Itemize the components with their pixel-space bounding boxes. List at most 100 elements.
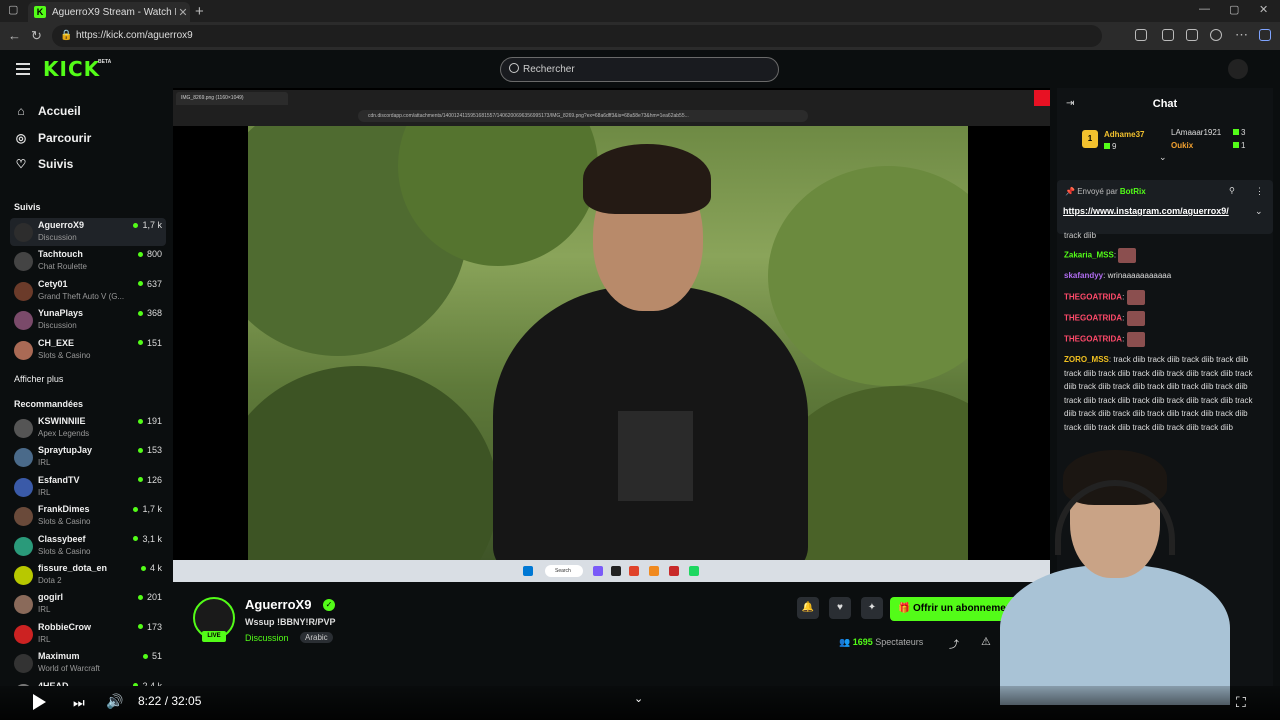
search-bar[interactable] [500,57,779,82]
chat-message-partial: track diib [1064,231,1097,240]
user-avatar[interactable] [1228,59,1248,79]
captured-close-icon [1034,90,1050,106]
channel-viewers: 201 [137,592,162,602]
stream-category[interactable]: Discussion [245,633,289,643]
url-field[interactable]: 🔒 https://kick.com/aguerrox9 [52,25,1102,47]
leaderboard-user[interactable]: LAmaaar1921 [1171,128,1221,137]
stream-title: Wssup !BBNY!R/PVP [245,617,336,627]
nav-following[interactable]: ♡ Suivis [14,157,74,171]
volume-icon[interactable]: 🔊 [106,693,123,710]
chevron-down-icon[interactable]: ⌄ [634,692,643,705]
chat-text: wrinaaaaaaaaaaa [1107,271,1172,280]
sidebar-channel[interactable]: YunaPlays Discussion 368 [10,306,166,334]
gem-icon [1104,143,1110,149]
sidebar-channel[interactable]: 4HEAD 2,4 k [10,679,166,686]
streamer-name[interactable]: AguerroX9 [245,597,311,612]
extension-icon[interactable] [1162,29,1174,41]
viewer-label: Spectateurs [875,637,924,647]
live-dot-icon [137,624,143,630]
kick-logo[interactable]: KICK [43,57,100,81]
back-icon[interactable]: ← [8,28,21,43]
nav-browse[interactable]: ◎ Parcourir [14,131,92,145]
expand-pinned-icon[interactable]: ⌄ [1255,206,1263,217]
channel-avatar [14,595,33,615]
gem-icon [1233,129,1239,135]
expand-leaderboard-icon[interactable]: ⌄ [1159,152,1167,163]
close-window-icon[interactable]: ✕ [1259,3,1268,16]
next-icon[interactable]: ⏭ [73,695,85,711]
captured-url: cdn.discordapp.com/attachments/140012411… [358,110,808,122]
minimize-icon[interactable]: — [1199,3,1210,15]
follow-heart-icon[interactable]: ♥ [829,597,851,619]
sidebar-channel[interactable]: Cety01 Grand Theft Auto V (G... 637 [10,277,166,305]
pin-toggle-icon[interactable]: ⚲ [1229,186,1235,195]
chat-username[interactable]: THEGOATRIDA [1064,293,1122,302]
reload-icon[interactable]: ↻ [31,28,42,44]
sidebar-channel[interactable]: gogirl IRL 201 [10,590,166,618]
live-dot-icon [137,477,143,483]
sidebar-channel[interactable]: AguerroX9 Discussion 1,7 k [10,218,166,246]
leaderboard-user[interactable]: Oukix [1171,141,1193,150]
browser-tab[interactable]: K AguerroX9 Stream - Watch L ✕ [28,2,190,22]
app-icon [669,566,679,576]
sidebar-channel[interactable]: Classybeef Slots & Casino 3,1 k [10,532,166,560]
chat-username[interactable]: Zakaria_MSS [1064,251,1114,260]
channel-avatar [14,252,33,272]
profile-icon[interactable] [1210,29,1222,41]
pinned-menu-icon[interactable]: ⋮ [1255,186,1264,197]
pinned-link[interactable]: https://www.instagram.com/aguerrox9/ [1063,205,1263,217]
channel-avatar [14,624,33,644]
fullscreen-icon[interactable]: ⛶ [1236,694,1246,711]
channel-viewers: 637 [137,279,162,289]
new-tab-icon[interactable]: + [195,3,204,20]
address-bar-row: ← ↻ 🔒 https://kick.com/aguerrox9 ⋯ [0,22,1280,50]
sidebar-channel[interactable]: FrankDimes Slots & Casino 1,7 k [10,502,166,530]
chat-username[interactable]: THEGOATRIDA [1064,335,1122,344]
pinned-author[interactable]: BotRix [1120,187,1146,196]
channel-category: World of Warcraft [38,664,100,674]
menu-icon[interactable] [16,63,30,75]
sidebar-channel[interactable]: CH_EXE Slots & Casino 151 [10,336,166,364]
chat-header: ⇥ Chat [1057,88,1273,122]
channel-category: IRL [38,458,51,468]
sidebar-channel[interactable]: EsfandTV IRL 126 [10,473,166,501]
chat-message: Zakaria_MSS: [1064,248,1264,263]
shirt-print [618,411,693,501]
captured-taskbar-search: Search [545,565,583,577]
sidebar-toggle-icon[interactable]: ▢ [8,3,18,16]
sidebar-channel[interactable]: Maximum World of Warcraft 51 [10,649,166,677]
show-more-link[interactable]: Afficher plus [14,374,63,384]
stream-tag[interactable]: Arabic [300,632,333,643]
sidebar-channel[interactable]: KSWINNIIE Apex Legends 191 [10,414,166,442]
sidebar-channel[interactable]: Tachtouch Chat Roulette 800 [10,247,166,275]
sidebar-channel[interactable]: SpraytupJay IRL 153 [10,443,166,471]
emote-icon [1126,311,1145,326]
sidebar-channel[interactable]: fissure_dota_en Dota 2 4 k [10,561,166,589]
captured-tab: IMG_8269.png (1160×1049) [176,92,288,105]
notification-bell-icon[interactable]: 🔔 [797,597,819,619]
sidebar-channel[interactable]: RobbieCrow IRL 173 [10,620,166,648]
viewer-number: 1695 [852,637,873,647]
gift-icon: 🎁 [898,603,911,614]
nav-home[interactable]: ⌂ Accueil [14,104,80,118]
channel-viewers: 368 [137,308,162,318]
live-dot-icon [142,653,148,659]
close-tab-icon[interactable]: ✕ [176,6,190,19]
copilot-icon[interactable] [1259,29,1271,41]
channel-name: fissure_dota_en [38,563,108,573]
channel-name: RobbieCrow [38,621,91,632]
search-input[interactable] [523,60,763,79]
play-icon[interactable] [33,694,46,710]
sparkle-icon[interactable]: ✦ [861,597,883,619]
kick-header: KICK BETA [0,50,1280,88]
chat-username[interactable]: THEGOATRIDA [1064,314,1122,323]
maximize-icon[interactable]: ▢ [1229,3,1239,16]
favorites-icon[interactable] [1186,29,1198,41]
extension-icon[interactable] [1135,29,1147,41]
chat-username[interactable]: ZORO_MSS [1064,355,1109,364]
share-icon[interactable]: ⤴ [949,636,959,651]
video-player[interactable]: IMG_8269.png (1160×1049) cdn.discordapp.… [173,88,1050,582]
chat-username[interactable]: skafandyy [1064,271,1103,280]
leaderboard-user[interactable]: Adhame37 [1104,130,1144,139]
more-icon[interactable]: ⋯ [1235,27,1248,43]
